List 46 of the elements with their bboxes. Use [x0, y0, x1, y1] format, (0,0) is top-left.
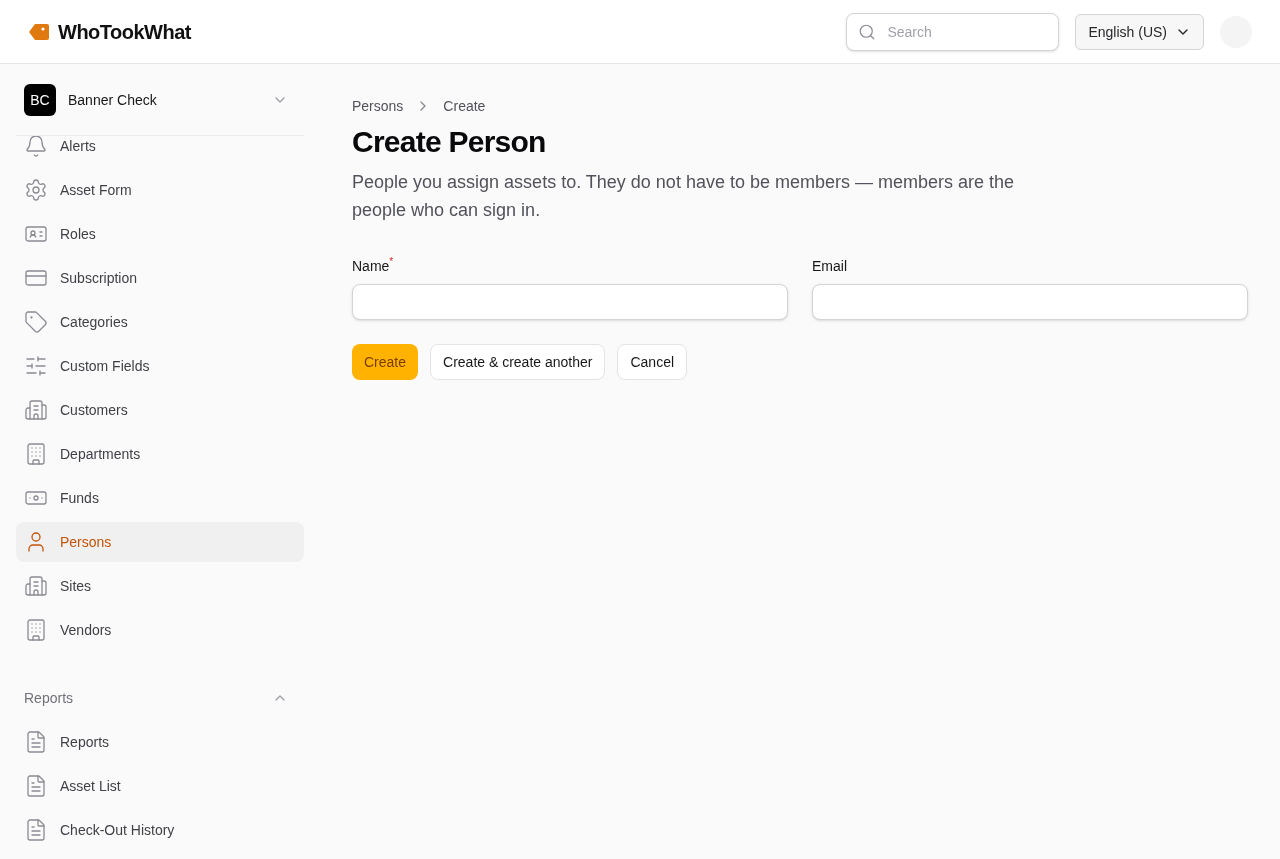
search-icon: [858, 22, 877, 41]
app-name: WhoTookWhat: [58, 19, 191, 45]
required-mark: *: [389, 256, 394, 268]
workspace-name: Banner Check: [68, 90, 157, 110]
breadcrumb-link[interactable]: Create: [443, 96, 486, 116]
sidebar-item[interactable]: Asset Form: [16, 170, 304, 210]
document-icon: [24, 730, 48, 754]
buildings-icon: [24, 574, 48, 598]
sidebar-item[interactable]: Persons: [16, 522, 304, 562]
text-field[interactable]: [812, 284, 1248, 320]
sidebar-item[interactable]: Categories: [16, 302, 304, 342]
sidebar-item[interactable]: Departments: [16, 434, 304, 474]
sidebar-item[interactable]: Customers: [16, 390, 304, 430]
sidebar-item[interactable]: Sites: [16, 566, 304, 606]
sidebar-item[interactable]: Asset List: [16, 766, 304, 806]
language-select[interactable]: English (US): [1075, 13, 1204, 50]
field-label: Email: [812, 257, 847, 276]
building-icon: [24, 442, 48, 466]
building-icon: [24, 618, 48, 642]
document-icon: [24, 818, 48, 842]
tag-icon: [24, 310, 48, 334]
sidebar-item[interactable]: Funds: [16, 478, 304, 518]
form-button[interactable]: Create: [352, 344, 419, 380]
sidebar-item[interactable]: Subscription: [16, 258, 304, 298]
breadcrumb-link[interactable]: Persons: [352, 96, 404, 116]
form-button[interactable]: Create & create another: [430, 344, 606, 380]
section-header[interactable]: Reports: [16, 678, 304, 718]
gear-icon: [24, 178, 48, 202]
bell-icon: [24, 136, 48, 158]
text-field[interactable]: [352, 284, 788, 320]
search-field[interactable]: Search: [846, 12, 1060, 51]
sidebar-item[interactable]: Reports: [16, 722, 304, 762]
sidebar-item[interactable]: Alerts: [16, 136, 304, 166]
page-description: People you assign assets to. They do not have to be members — members are the people who can sign in.: [352, 171, 1016, 222]
workspace-avatar: BC: [24, 83, 56, 116]
page-title: Create Person: [352, 124, 547, 160]
tag-logo-icon: [28, 21, 50, 42]
sidebar-item[interactable]: Vendors: [16, 610, 304, 650]
buildings-icon: [24, 398, 48, 422]
field-label: Name: [352, 258, 390, 276]
sidebar-item[interactable]: Roles: [16, 214, 304, 254]
form-button[interactable]: Cancel: [617, 344, 688, 380]
sidebar-item[interactable]: Check-Out History: [16, 810, 304, 850]
document-icon: [24, 774, 48, 798]
sliders-icon: [24, 354, 48, 378]
sidebar-item[interactable]: Custom Fields: [16, 346, 304, 386]
